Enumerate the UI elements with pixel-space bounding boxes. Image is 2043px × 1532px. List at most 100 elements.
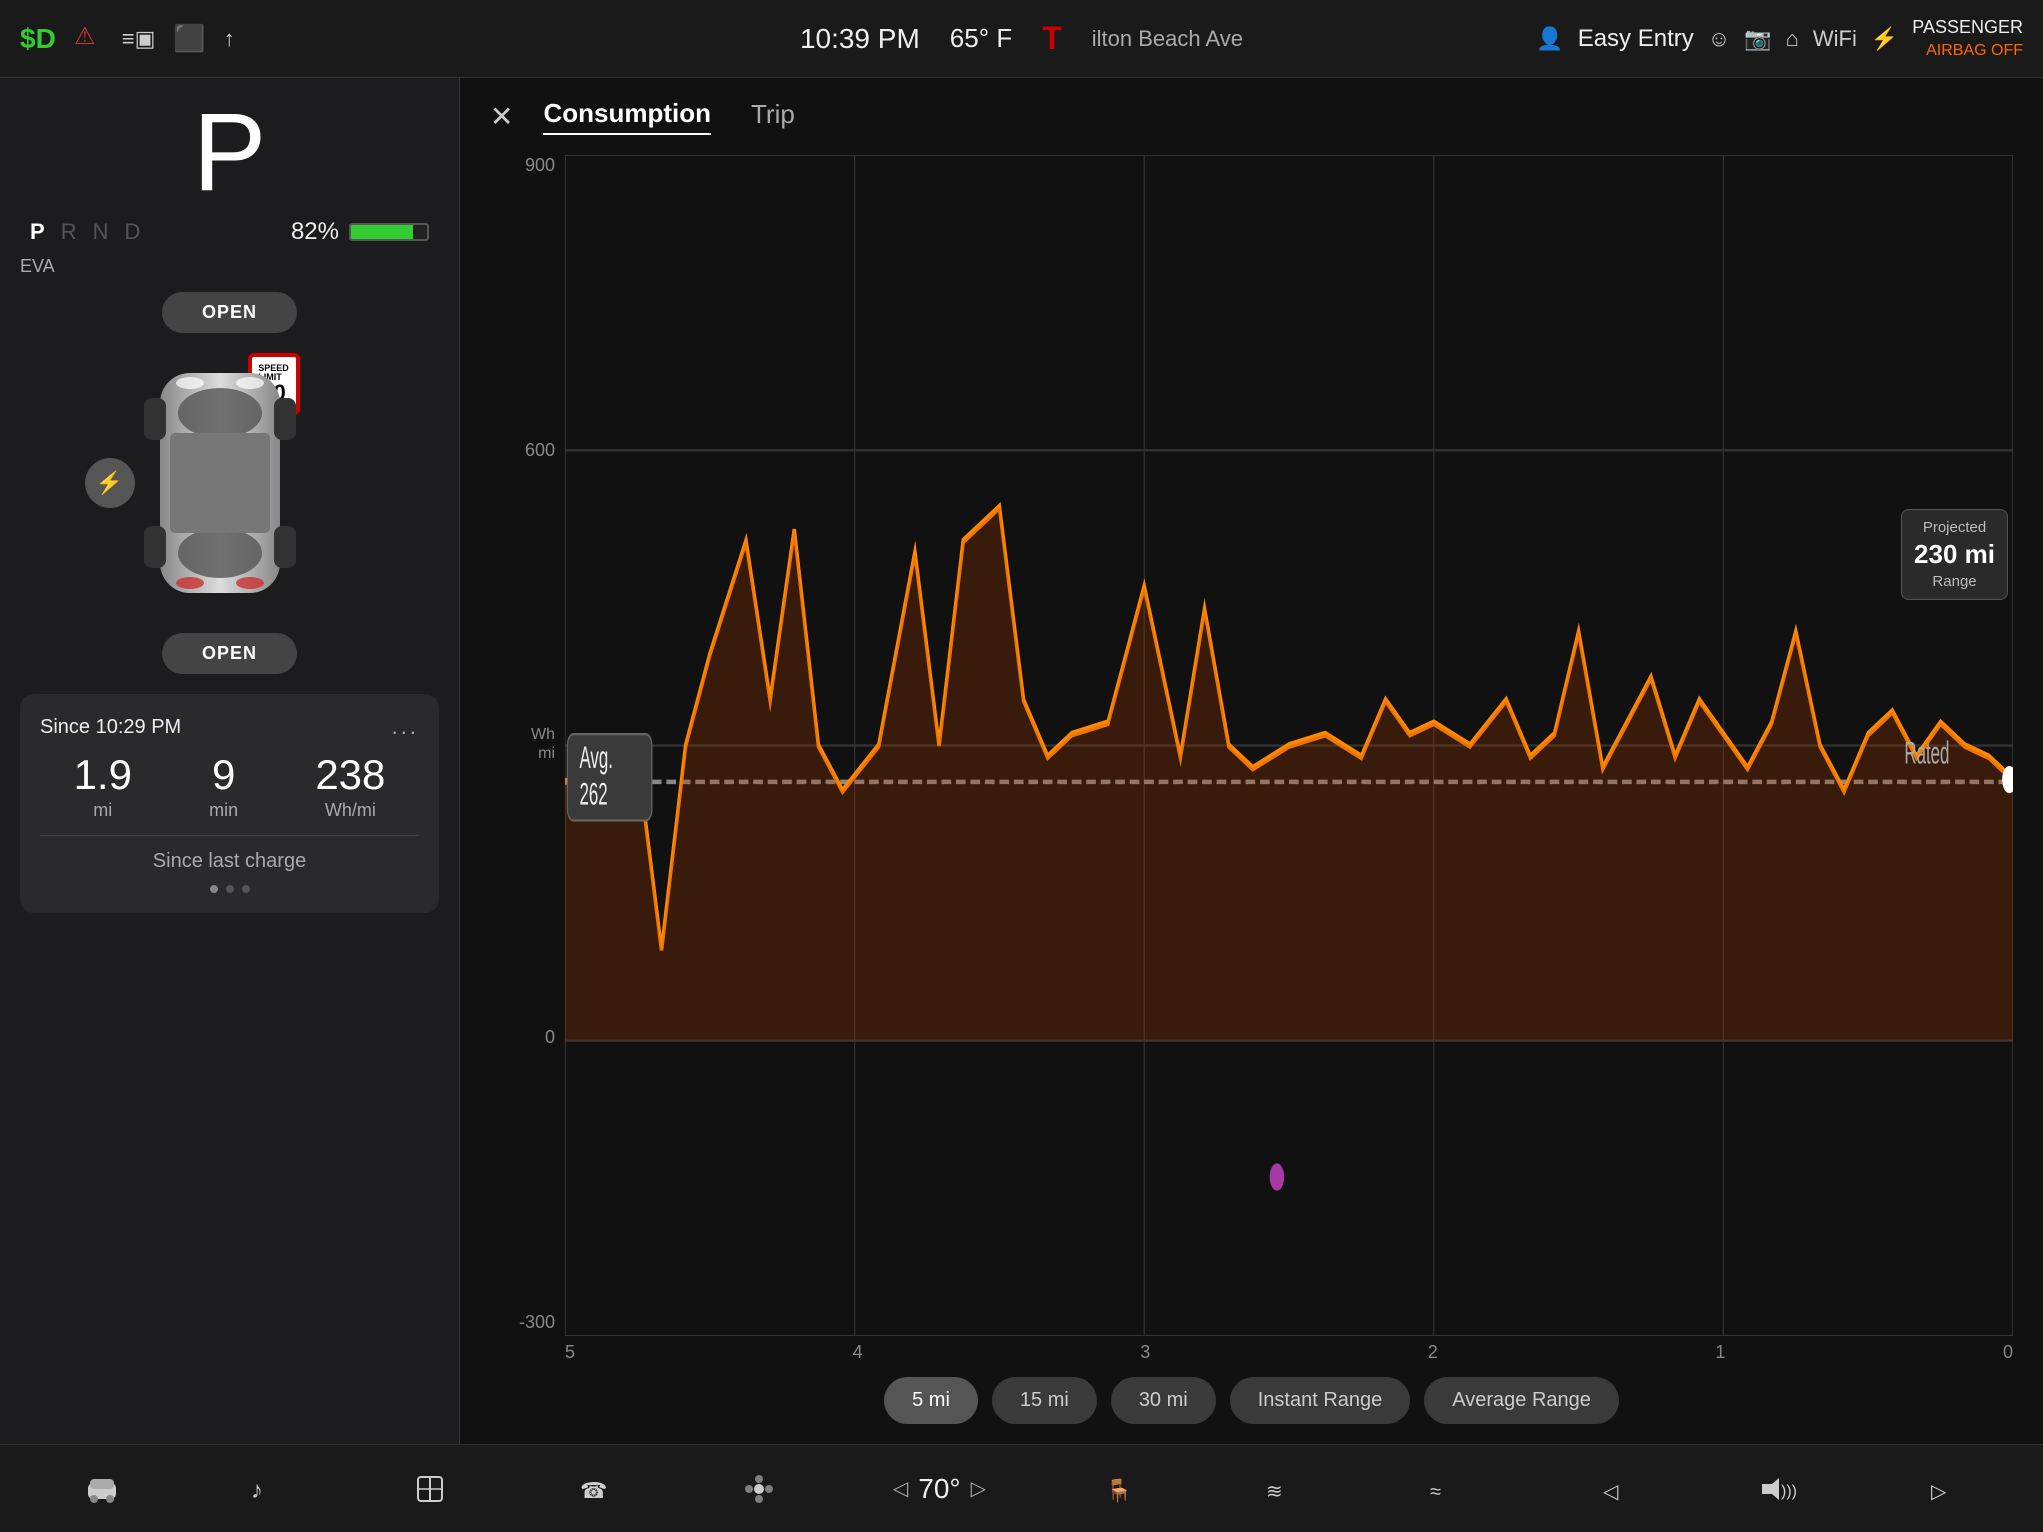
svg-text:≈: ≈ (1430, 1481, 1441, 1503)
stats-values: 1.9 mi 9 min 238 Wh/mi (40, 754, 419, 821)
stat-miles: 1.9 mi (74, 754, 132, 821)
status-bar: $D ⚠ ≡▣ ⬛ ↑ 10:39 PM 65° F T ilton Beach… (0, 0, 2043, 78)
rear-door-open-button[interactable]: OPEN (162, 633, 297, 674)
x-label-0: 0 (2003, 1342, 2013, 1363)
taskbar-fan-icon[interactable] (729, 1459, 789, 1519)
wifi-icon: WiFi (1813, 26, 1857, 52)
gear-R[interactable]: R (61, 219, 77, 245)
chart-plot-area: Avg. 262 Rated Projected 230 mi Range (565, 155, 2013, 1336)
anomaly-dot (1270, 1163, 1284, 1190)
tesla-logo: T (1042, 20, 1062, 57)
since-last-charge-label: Since last charge (40, 850, 419, 873)
btn-5mi[interactable]: 5 mi (884, 1377, 978, 1424)
gear-D[interactable]: D (124, 219, 140, 245)
svg-text:Avg.: Avg. (579, 741, 612, 776)
status-temp: 65° F (950, 23, 1012, 54)
stat-wh: 238 Wh/mi (315, 754, 385, 821)
gear-N[interactable]: N (93, 219, 109, 245)
battery-bar (349, 223, 429, 241)
front-door-open-button[interactable]: OPEN (162, 292, 297, 333)
x-label-4: 4 (853, 1342, 863, 1363)
road-text: ilton Beach Ave (1092, 26, 1243, 52)
stats-since-label: Since 10:29 PM (40, 716, 181, 739)
close-button[interactable]: ✕ (490, 100, 513, 133)
consumption-area (565, 507, 2013, 1041)
chart-area-wrapper: Avg. 262 Rated Projected 230 mi Range 5 (565, 155, 2013, 1363)
projected-value: 230 mi (1914, 538, 1995, 572)
home-icon: ⌂ (1786, 26, 1799, 52)
chart-buttons: 5 mi 15 mi 30 mi Instant Range Average R… (490, 1377, 2013, 1424)
menu-icon: ≡▣ (122, 26, 156, 52)
dot-3 (242, 885, 250, 893)
charge-icon: ⚡ (96, 470, 123, 496)
btn-average-range[interactable]: Average Range (1424, 1377, 1619, 1424)
x-label-3: 3 (1140, 1342, 1150, 1363)
taskbar-vol-up-icon[interactable]: ▷ (1911, 1459, 1971, 1519)
svg-text:♪: ♪ (251, 1477, 263, 1504)
gear-display: P (20, 98, 439, 208)
warning-icon: ⚠ (74, 20, 104, 57)
stat-wh-value: 238 (315, 754, 385, 796)
projected-range-box: Projected 230 mi Range (1901, 509, 2008, 600)
stats-header: Since 10:29 PM ... (40, 714, 419, 740)
svg-text:⚠: ⚠ (74, 23, 96, 50)
status-right: 👤 Easy Entry ☺ 📷 ⌂ WiFi ⚡ PASSENGER AIRB… (1522, 17, 2023, 60)
taskbar-temperature[interactable]: ◁ 70° ▷ (893, 1473, 986, 1505)
charge-indicator: ⚡ (85, 458, 135, 508)
svg-text:)))): )))) (1781, 1483, 1797, 1500)
chart-tabs: Consumption Trip (543, 98, 794, 135)
btn-instant-range[interactable]: Instant Range (1230, 1377, 1411, 1424)
svg-text:Rated: Rated (1904, 736, 1949, 771)
prnd-row: P R N D 82% (20, 218, 439, 246)
prnd-letters: P R N D (30, 219, 140, 245)
status-left: $D ⚠ ≡▣ ⬛ ↑ (20, 20, 521, 57)
tab-consumption[interactable]: Consumption (543, 98, 711, 135)
taskbar: ♪ ☎ ◁ 70° ▷ 🪑 ≋ ≈ ◁ )))) ▷ (0, 1444, 2043, 1532)
svg-text:🪑: 🪑 (1105, 1478, 1132, 1503)
temp-down-arrow[interactable]: ◁ (893, 1476, 908, 1501)
btn-30mi[interactable]: 30 mi (1111, 1377, 1216, 1424)
taskbar-phone-icon[interactable]: ☎ (565, 1459, 625, 1519)
taskbar-volume-icon[interactable]: )))) (1747, 1459, 1807, 1519)
taskbar-defrost-rear-icon[interactable]: ≋ (1254, 1459, 1314, 1519)
status-center: 10:39 PM 65° F T ilton Beach Ave (521, 20, 1523, 57)
main-content: P P R N D 82% EVA OPEN SPEEDLIMIT 30 (0, 78, 2043, 1444)
stats-panel: Since 10:29 PM ... 1.9 mi 9 min 238 Wh/m… (20, 694, 439, 913)
taskbar-apps-icon[interactable] (400, 1459, 460, 1519)
consumption-chart-svg: Avg. 262 Rated (565, 155, 2013, 1336)
x-label-2: 2 (1428, 1342, 1438, 1363)
camera-icon: 📷 (1744, 26, 1771, 52)
x-label-5: 5 (565, 1342, 575, 1363)
right-panel: ✕ Consumption Trip 900 600 Whmi 0 -300 (460, 78, 2043, 1444)
temp-up-arrow[interactable]: ▷ (971, 1476, 986, 1501)
person-icon: 👤 (1536, 26, 1563, 52)
left-panel: P P R N D 82% EVA OPEN SPEEDLIMIT 30 (0, 78, 460, 1444)
battery-row: 82% (291, 218, 429, 246)
display-icon: ⬛ (173, 23, 205, 54)
taskbar-defrost-front-icon[interactable]: ≈ (1418, 1459, 1478, 1519)
status-time: 10:39 PM (800, 23, 920, 55)
taskbar-music-icon[interactable]: ♪ (236, 1459, 296, 1519)
easy-entry-button[interactable]: Easy Entry (1578, 25, 1694, 53)
svg-text:☎: ☎ (580, 1478, 607, 1503)
gear-P[interactable]: P (30, 219, 45, 245)
car-svg (140, 343, 320, 623)
tab-trip[interactable]: Trip (751, 98, 795, 135)
projected-label: Projected (1914, 518, 1995, 538)
y-label-600: 600 (525, 440, 555, 461)
y-label-0: 0 (545, 1027, 555, 1048)
stat-miles-unit: mi (74, 800, 132, 821)
upload-icon: ↑ (224, 26, 235, 52)
x-label-1: 1 (1715, 1342, 1725, 1363)
taskbar-seat-icon[interactable]: 🪑 (1090, 1459, 1150, 1519)
taskbar-vol-down-icon[interactable]: ◁ (1583, 1459, 1643, 1519)
eva-label: EVA (20, 256, 439, 277)
stat-minutes-unit: min (209, 800, 238, 821)
passenger-airbag: PASSENGER AIRBAG OFF (1912, 17, 2023, 60)
stats-menu-button[interactable]: ... (392, 714, 419, 740)
battery-percent: 82% (291, 218, 339, 246)
btn-15mi[interactable]: 15 mi (992, 1377, 1097, 1424)
svg-text:◁: ◁ (1603, 1481, 1619, 1503)
taskbar-car-icon[interactable] (72, 1459, 132, 1519)
battery-fill (351, 225, 413, 239)
